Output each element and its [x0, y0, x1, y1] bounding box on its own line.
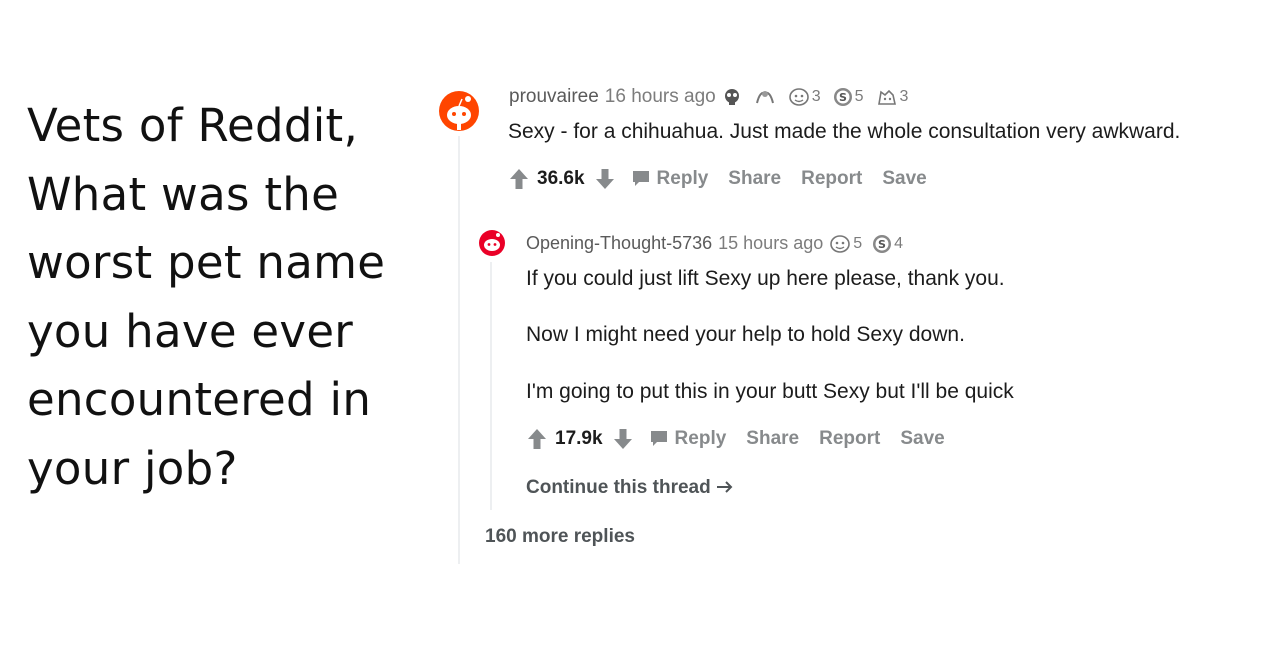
award-count: 3: [811, 88, 821, 105]
helpful-award-icon: [788, 88, 809, 106]
comment-bubble-icon: [650, 431, 667, 446]
award[interactable]: S 4: [872, 234, 903, 254]
comment-meta: prouvairee 16 hours ago 3 S 5 3: [509, 86, 908, 108]
post-question: Vets of Reddit, What was the worst pet n…: [27, 92, 427, 503]
question-line: worst pet name: [27, 236, 386, 289]
comment-paragraph: Now I might need your help to hold Sexy …: [526, 323, 965, 346]
award[interactable]: S 5: [833, 87, 864, 107]
comment-body: Sexy - for a chihuahua. Just made the wh…: [508, 120, 1181, 143]
award-count: 3: [899, 88, 909, 105]
silver-award-icon: S: [873, 234, 892, 253]
award-count: 5: [853, 234, 863, 252]
svg-text:S: S: [878, 238, 886, 251]
continue-thread-link[interactable]: Continue this thread: [526, 477, 734, 499]
timestamp[interactable]: 15 hours ago: [718, 233, 823, 254]
vote-score: 17.9k: [555, 428, 603, 449]
snoo-avatar-icon: [479, 230, 505, 256]
avatar[interactable]: [438, 90, 480, 137]
helpful-award-icon: [830, 234, 851, 253]
question-line: Vets of Reddit,: [27, 99, 359, 152]
share-button[interactable]: Share: [746, 428, 799, 450]
comment-paragraph: I'm going to put this in your butt Sexy …: [526, 380, 1014, 403]
award-count: 4: [894, 234, 904, 252]
upvote-arrow-icon[interactable]: [527, 428, 547, 450]
award[interactable]: 5: [829, 234, 862, 254]
share-button[interactable]: Share: [728, 168, 781, 190]
snoo-avatar-icon: [439, 91, 479, 131]
comment-meta: Opening-Thought-5736 15 hours ago 5 S 4: [526, 233, 903, 254]
award[interactable]: 3: [788, 87, 821, 107]
save-button[interactable]: Save: [882, 168, 926, 190]
skull-award-icon: [724, 89, 739, 105]
comment-paragraph: If you could just lift Sexy up here plea…: [526, 267, 1005, 290]
svg-text:S: S: [839, 91, 847, 104]
report-button[interactable]: Report: [801, 168, 862, 190]
question-line: your job?: [27, 441, 238, 495]
award[interactable]: 3: [876, 87, 909, 107]
silver-award-icon: S: [833, 88, 852, 106]
arrow-right-icon: [717, 481, 733, 493]
avatar[interactable]: [478, 229, 506, 262]
vote-score: 36.6k: [537, 168, 585, 189]
question-line: What was the: [27, 167, 340, 221]
award[interactable]: [722, 87, 742, 107]
question-line: encountered in: [27, 373, 372, 426]
downvote-arrow-icon[interactable]: [595, 168, 615, 190]
continue-thread-label: Continue this thread: [526, 477, 711, 498]
reply-button[interactable]: Reply: [631, 168, 709, 190]
more-replies-link[interactable]: 160 more replies: [485, 526, 635, 548]
question-line: you have ever: [27, 304, 354, 358]
comment-bubble-icon: [632, 171, 649, 186]
comment-actions: 36.6k Reply Share Report Save: [509, 168, 927, 190]
reply-button[interactable]: Reply: [649, 428, 727, 450]
reply-label: Reply: [674, 428, 727, 449]
username[interactable]: prouvairee: [509, 86, 599, 108]
downvote-arrow-icon[interactable]: [613, 428, 633, 450]
wholesome-award-icon: [877, 89, 896, 105]
award[interactable]: [754, 87, 776, 107]
hands-award-icon: [755, 91, 774, 104]
award-count: 5: [854, 88, 864, 105]
comment-actions: 17.9k Reply Share Report Save: [527, 428, 945, 450]
thread-line-comment2[interactable]: [490, 262, 492, 510]
report-button[interactable]: Report: [819, 428, 880, 450]
thread-line-comment1[interactable]: [458, 136, 460, 564]
username[interactable]: Opening-Thought-5736: [526, 233, 712, 254]
timestamp[interactable]: 16 hours ago: [605, 86, 716, 108]
reply-label: Reply: [656, 168, 709, 189]
save-button[interactable]: Save: [900, 428, 944, 450]
upvote-arrow-icon[interactable]: [509, 168, 529, 190]
